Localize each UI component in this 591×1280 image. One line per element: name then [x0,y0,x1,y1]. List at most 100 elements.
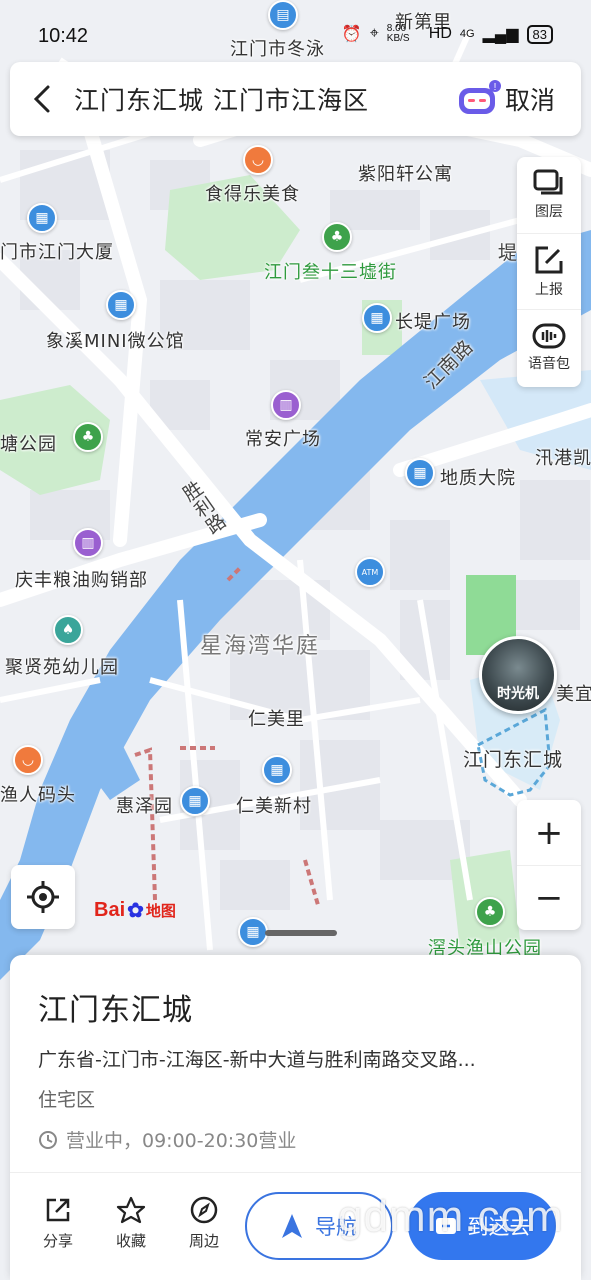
assistant-robot-icon: ! [459,80,501,114]
poi-building-icon[interactable]: ▦ [405,458,435,488]
layers-label: 图层 [535,204,563,220]
poi-shopping-icon[interactable]: ▥ [271,390,301,420]
layers-icon [533,169,563,195]
map-label[interactable]: 汛港凯 [535,444,591,470]
star-icon [116,1196,146,1224]
go-here-button[interactable]: 到这去 [408,1192,556,1260]
search-query[interactable]: 江门东汇城 江门市江海区 [74,81,453,117]
report-button[interactable]: 上报 [517,233,581,309]
baidu-logo-suffix: 地图 [145,903,176,920]
place-type: 住宅区 [38,1089,96,1111]
time-machine-label: 时光机 [497,686,539,702]
svg-text:!: ! [494,82,497,93]
zoom-in-button[interactable]: + [517,800,581,865]
poi-school-icon[interactable]: ♠ [53,615,83,645]
divider [10,1172,581,1173]
locate-icon [27,881,59,913]
status-bar: 10:42 ⏰ ⌖ 8.00 KB/S HD 4G ▂▄▆ 83 [0,0,591,58]
place-name: 江门东汇城 [38,993,193,1028]
poi-building-icon[interactable]: ▦ [262,755,292,785]
poi-food-icon[interactable]: ◡ [13,745,43,775]
paw-icon: ✿ [127,900,144,922]
map-label[interactable]: 庆丰粮油购销部 [15,566,148,592]
poi-building-icon[interactable]: ▦ [27,203,57,233]
navigate-button[interactable]: 导航 [245,1192,393,1260]
back-arrow-icon [33,85,50,113]
map-label[interactable]: 象溪MINI微公馆 [46,327,185,353]
layers-button[interactable]: 图层 [517,157,581,233]
map-label[interactable]: 聚贤苑幼儿园 [5,653,119,679]
map-label[interactable]: 长堤广场 [395,308,471,334]
map-tools-panel: 图层 上报 语音包 [517,157,581,387]
map-label[interactable]: 惠泽园 [116,792,173,818]
map-label[interactable]: 塘公园 [0,430,57,456]
route-icon [435,1218,456,1234]
map-label[interactable]: 常安广场 [245,425,321,451]
poi-park-icon[interactable]: ♣ [73,422,103,452]
poi-building-icon[interactable]: ▦ [238,917,268,947]
voice-icon [532,323,566,348]
map-label[interactable]: 食得乐美食 [205,180,300,206]
poi-food-icon[interactable]: ◡ [243,145,273,175]
poi-building-icon[interactable]: ▦ [106,290,136,320]
place-address[interactable]: 广东省-江门市-江海区-新中大道与胜利南路交叉路... [38,1045,558,1072]
nearby-label: 周边 [188,1232,219,1250]
compass-icon [190,1196,218,1224]
poi-building-icon[interactable]: ▦ [362,303,392,333]
voice-label: 语音包 [528,355,570,372]
favorite-button[interactable]: 收藏 [103,1196,159,1251]
go-here-label: 到这去 [467,1215,531,1239]
search-bar: 江门东汇城 江门市江海区 ! 取消 [10,62,581,136]
map-label[interactable]: 美宜 [556,680,591,706]
share-button[interactable]: 分享 [30,1196,86,1251]
map-label[interactable]: 门市江门大厦 [0,238,114,264]
drag-handle[interactable] [265,930,337,936]
voice-pack-button[interactable]: 语音包 [517,309,581,385]
time-machine-button[interactable]: 时光机 [479,636,557,714]
map-label[interactable]: 仁美新村 [236,792,312,818]
area-label: 仁美里 [248,709,305,730]
place-hours: 营业中，09:00-20:30营业 [38,1126,296,1153]
navigate-label: 导航 [315,1215,357,1239]
assistant-button[interactable]: ! [453,62,505,136]
area-label: 星海湾华庭 [200,634,321,659]
baidu-logo-text: Bai [94,899,126,921]
poi-building-icon[interactable]: ▦ [180,786,210,816]
battery-icon: 83 [526,24,553,44]
back-button[interactable] [10,62,74,136]
share-icon [46,1198,70,1222]
favorite-label: 收藏 [115,1232,146,1250]
nearby-button[interactable]: 周边 [176,1196,232,1251]
poi-park-icon[interactable]: ♣ [322,222,352,252]
cancel-button[interactable]: 取消 [505,81,581,117]
hd-label: HD [428,25,452,42]
place-detail-card[interactable]: 江门东汇城 广东省-江门市-江海区-新中大道与胜利南路交叉路... 住宅区 营业… [10,930,581,1280]
status-time: 10:42 [38,25,89,47]
hours-text: 营业中，09:00-20:30营业 [66,1130,297,1152]
map-label[interactable]: 江门叁十三墟街 [264,258,397,284]
net-speed: 8.00 KB/S [386,23,410,44]
edit-icon [535,246,563,273]
status-icons: ⏰ ⌖ 8.00 KB/S HD 4G ▂▄▆ 83 [342,24,553,44]
action-row: 分享 收藏 周边 导航 到这去 [10,1192,581,1264]
poi-shopping-icon[interactable]: ▥ [73,528,103,558]
map-label[interactable]: 地质大院 [440,464,516,490]
clock-icon [39,1130,57,1149]
map-label[interactable]: 渔人码头 [0,781,76,807]
poi-atm-icon[interactable]: ATM [355,557,385,587]
location-icon: ⌖ [369,25,379,42]
alarm-icon: ⏰ [341,26,362,43]
share-label: 分享 [42,1232,73,1250]
locate-button[interactable] [11,865,75,929]
poi-park-icon[interactable]: ♣ [475,897,505,927]
map-label[interactable]: 紫阳轩公寓 [358,160,453,186]
road-label: 堤 [498,242,519,264]
baidu-map-logo: Bai ✿ 地图 [94,898,176,923]
signal-icon: ▂▄▆ [482,26,519,43]
report-label: 上报 [535,281,563,298]
destination-label[interactable]: 江门东汇城 [463,745,563,772]
navigate-arrow-icon [282,1214,302,1238]
signal-label: 4G [459,28,475,40]
zoom-out-button[interactable]: − [517,865,581,930]
zoom-controls: + − [517,800,581,930]
